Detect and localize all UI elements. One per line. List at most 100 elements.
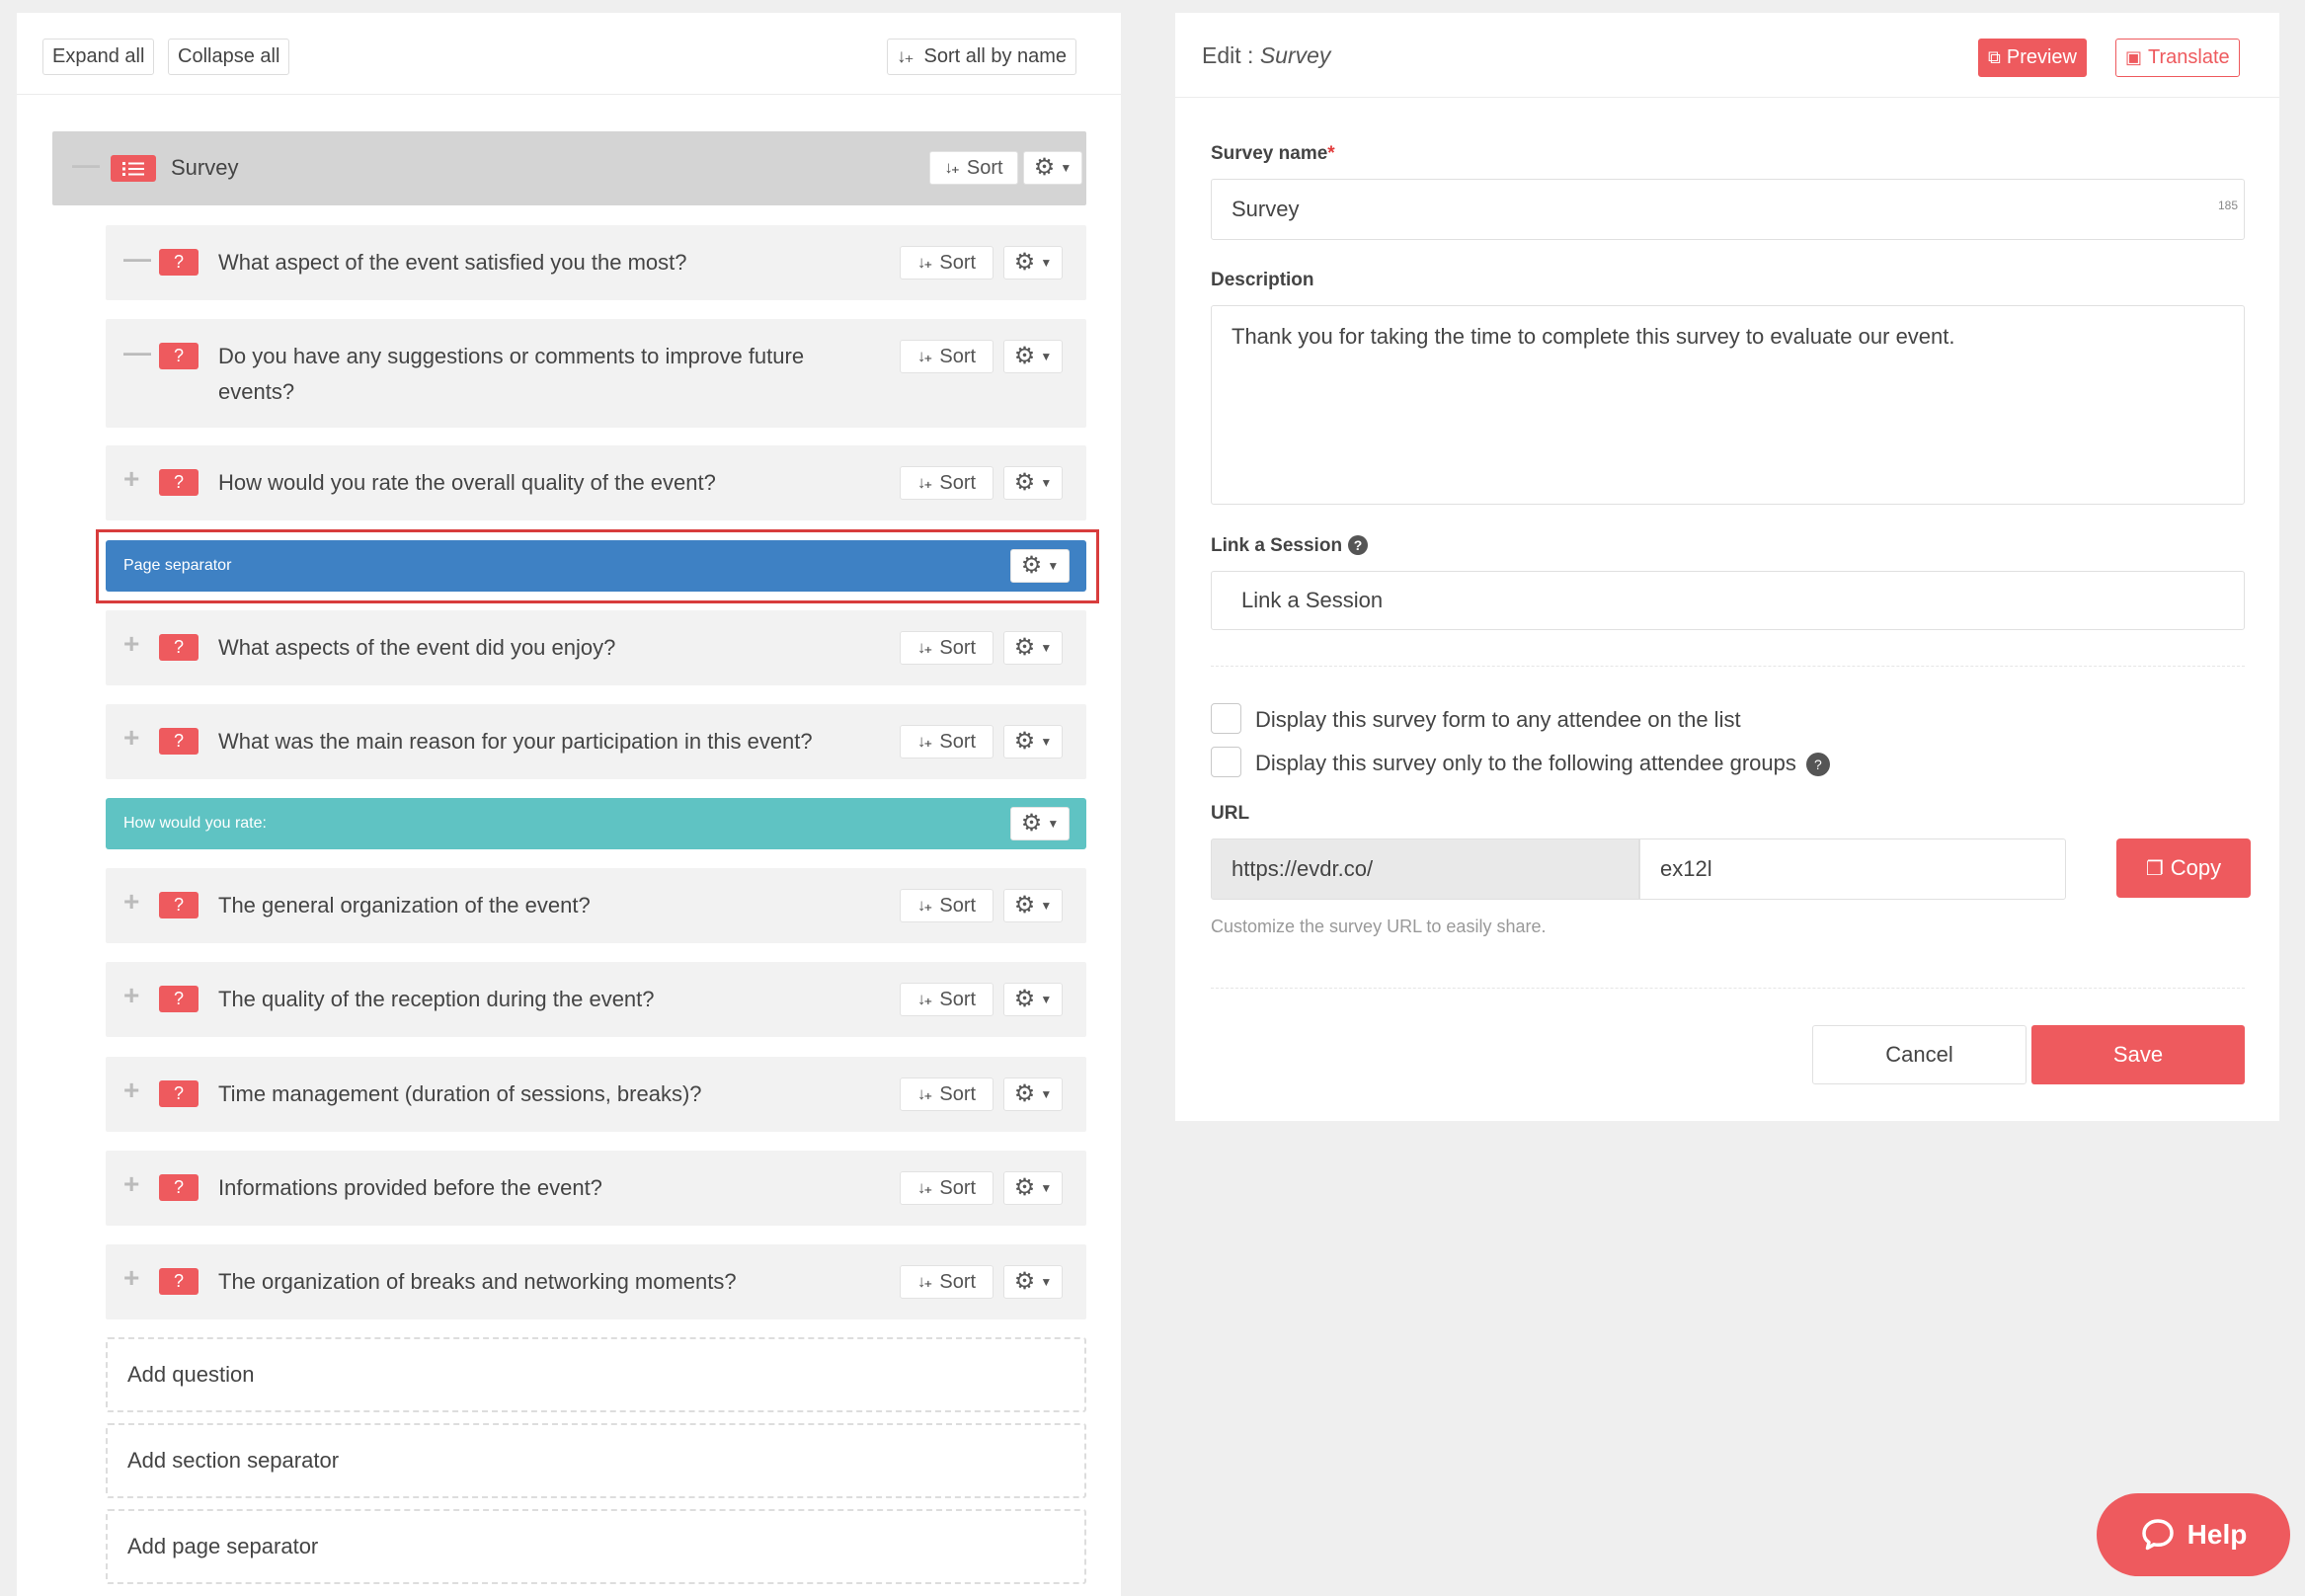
sort-button[interactable]: ↓₊ Sort (900, 246, 994, 279)
root-sort-button[interactable]: ↓₊ Sort (929, 151, 1018, 185)
page-separator-label: Page separator (123, 557, 232, 574)
question-mark-icon: ? (159, 469, 199, 496)
cancel-button[interactable]: Cancel (1812, 1025, 2027, 1084)
gear-icon: ⚙ (1013, 1268, 1036, 1295)
caret-down-icon: ▼ (1040, 350, 1053, 363)
chat-bubble-icon (2141, 1519, 2174, 1551)
sort-alpha-icon: ↓₊ (916, 896, 933, 915)
help-circle-icon[interactable]: ? (1805, 753, 1830, 776)
translate-icon: ▣ (2125, 47, 2143, 67)
settings-button[interactable]: ⚙ ▼ (1003, 340, 1063, 373)
gear-icon: ⚙ (1020, 810, 1043, 837)
survey-name-label: Survey name* (1211, 143, 1335, 165)
add-question-label: Add question (127, 1362, 255, 1387)
question-row[interactable]: — ? What aspect of the event satisfied y… (106, 225, 1086, 300)
edit-title-prefix: Edit : (1202, 42, 1254, 68)
survey-name-input[interactable]: Survey 185 (1211, 179, 2245, 240)
attendee-groups-checkbox[interactable] (1211, 747, 1241, 777)
sort-label: Sort (939, 1082, 977, 1105)
save-label: Save (2112, 1042, 2164, 1067)
question-row[interactable]: + ? Informations provided before the eve… (106, 1151, 1086, 1226)
question-row[interactable]: + ? Time management (duration of session… (106, 1057, 1086, 1132)
caret-down-icon: ▼ (1040, 476, 1053, 490)
settings-button[interactable]: ⚙ ▼ (1003, 631, 1063, 665)
root-label: Survey (171, 155, 239, 180)
sort-button[interactable]: ↓₊ Sort (900, 466, 994, 500)
page-separator-row[interactable]: Page separator ⚙ ▼ (106, 540, 1086, 592)
sort-button[interactable]: ↓₊ Sort (900, 725, 994, 758)
question-row[interactable]: + ? How would you rate the overall quali… (106, 445, 1086, 520)
settings-button[interactable]: ⚙ ▼ (1003, 983, 1063, 1016)
sort-button[interactable]: ↓₊ Sort (900, 983, 994, 1016)
section-separator-row[interactable]: How would you rate: ⚙ ▼ (106, 798, 1086, 849)
add-section-separator-button[interactable]: Add section separator (106, 1423, 1086, 1498)
translate-button[interactable]: ▣ Translate (2115, 39, 2240, 77)
tree-root-row[interactable]: — Survey ↓₊ Sort ⚙ ▼ (52, 131, 1086, 205)
question-row[interactable]: + ? What was the main reason for your pa… (106, 704, 1086, 779)
description-textarea[interactable]: Thank you for taking the time to complet… (1211, 305, 2245, 505)
section-separator-settings-button[interactable]: ⚙ ▼ (1010, 807, 1070, 840)
sort-button[interactable]: ↓₊ Sort (900, 889, 994, 922)
question-mark-icon: ? (159, 249, 199, 276)
any-attendee-checkbox[interactable] (1211, 703, 1241, 734)
gear-icon: ⚙ (1020, 552, 1043, 579)
settings-button[interactable]: ⚙ ▼ (1003, 246, 1063, 279)
settings-button[interactable]: ⚙ ▼ (1003, 466, 1063, 500)
settings-button[interactable]: ⚙ ▼ (1003, 889, 1063, 922)
settings-button[interactable]: ⚙ ▼ (1003, 1077, 1063, 1111)
expand-toggle[interactable]: + (123, 888, 139, 916)
settings-button[interactable]: ⚙ ▼ (1003, 725, 1063, 758)
sort-label: Sort (939, 894, 977, 917)
sort-button[interactable]: ↓₊ Sort (900, 1077, 994, 1111)
collapse-toggle[interactable]: — (123, 245, 151, 273)
add-page-separator-button[interactable]: Add page separator (106, 1509, 1086, 1584)
settings-button[interactable]: ⚙ ▼ (1003, 1265, 1063, 1299)
sort-button[interactable]: ↓₊ Sort (900, 1171, 994, 1205)
gear-icon: ⚙ (1013, 343, 1036, 369)
question-mark-icon: ? (159, 728, 199, 755)
sort-label: Sort (939, 471, 977, 494)
help-button[interactable]: Help (2097, 1493, 2290, 1576)
sort-alpha-icon: ↓₊ (916, 253, 933, 272)
add-question-button[interactable]: Add question (106, 1337, 1086, 1412)
collapse-toggle[interactable]: — (123, 339, 151, 366)
save-button[interactable]: Save (2031, 1025, 2245, 1084)
question-text: The general organization of the event? (218, 893, 591, 918)
expand-toggle[interactable]: + (123, 630, 139, 658)
root-collapse-toggle[interactable]: — (72, 151, 100, 179)
settings-button[interactable]: ⚙ ▼ (1003, 1171, 1063, 1205)
link-session-label: Link a Session? (1211, 535, 1369, 557)
question-row[interactable]: — ? Do you have any suggestions or comme… (106, 319, 1086, 428)
attendee-groups-checkbox-label[interactable]: Display this survey only to the followin… (1255, 751, 1796, 775)
root-settings-button[interactable]: ⚙ ▼ (1023, 151, 1082, 185)
question-mark-icon: ? (159, 1174, 199, 1201)
section-separator-label: How would you rate: (123, 815, 267, 832)
caret-down-icon: ▼ (1040, 1087, 1053, 1101)
sort-label: Sort (939, 730, 977, 753)
url-slug-input[interactable]: ex12l (1639, 838, 2066, 900)
question-mark-icon: ? (159, 343, 199, 369)
sort-button[interactable]: ↓₊ Sort (900, 340, 994, 373)
sort-button[interactable]: ↓₊ Sort (900, 631, 994, 665)
page-separator-settings-button[interactable]: ⚙ ▼ (1010, 549, 1070, 583)
any-attendee-checkbox-label[interactable]: Display this survey form to any attendee… (1255, 707, 1741, 733)
link-session-select[interactable]: Link a Session (1211, 571, 2245, 630)
expand-toggle[interactable]: + (123, 465, 139, 493)
expand-toggle[interactable]: + (123, 1077, 139, 1104)
expand-toggle[interactable]: + (123, 1170, 139, 1198)
cancel-label: Cancel (1885, 1042, 1953, 1067)
expand-toggle[interactable]: + (123, 982, 139, 1009)
sort-button[interactable]: ↓₊ Sort (900, 1265, 994, 1299)
question-row[interactable]: + ? The organization of breaks and netwo… (106, 1244, 1086, 1319)
copy-button[interactable]: ❐ Copy (2116, 838, 2251, 898)
question-row[interactable]: + ? What aspects of the event did you en… (106, 610, 1086, 685)
expand-toggle[interactable]: + (123, 1264, 139, 1292)
question-row[interactable]: + ? The quality of the reception during … (106, 962, 1086, 1037)
question-row[interactable]: + ? The general organization of the even… (106, 868, 1086, 943)
sort-label: Sort (939, 988, 977, 1010)
url-hint: Customize the survey URL to easily share… (1211, 917, 1547, 936)
help-circle-icon[interactable]: ? (1348, 535, 1369, 555)
expand-toggle[interactable]: + (123, 724, 139, 752)
preview-button[interactable]: ⧉ Preview (1978, 39, 2087, 77)
question-text: What aspects of the event did you enjoy? (218, 635, 616, 660)
